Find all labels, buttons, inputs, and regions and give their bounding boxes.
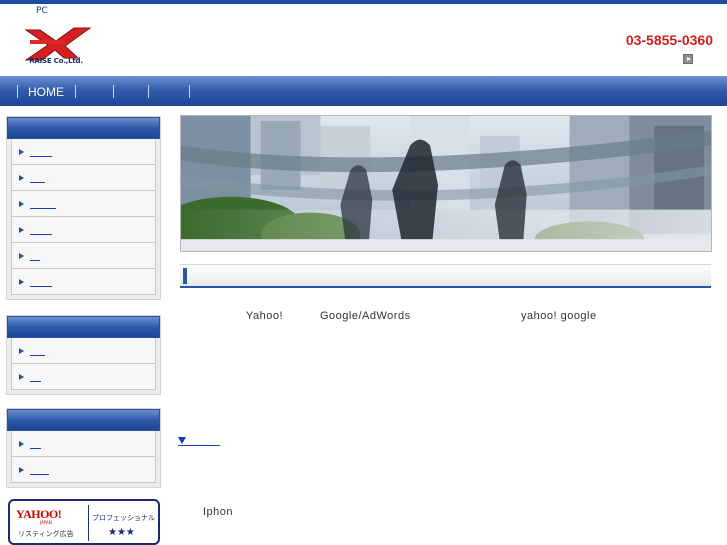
sidebar-link[interactable] (11, 191, 156, 217)
phone-number: 03-5855-0360 (625, 32, 713, 48)
triangle-right-icon (19, 441, 24, 447)
triangle-right-icon (19, 467, 24, 473)
expand-link[interactable] (178, 436, 220, 446)
nav-item-4[interactable] (151, 85, 188, 99)
nav-separator (113, 85, 114, 98)
text-yahoo-google: yahoo! google (521, 310, 597, 322)
heading-marker (183, 268, 187, 284)
sidebar-group-header (7, 117, 160, 139)
sidebar-group-header (7, 409, 160, 431)
listing-caption: リスティング広告 (18, 530, 74, 538)
nav-item-2[interactable] (78, 85, 112, 99)
triangle-right-icon (19, 253, 24, 259)
nav-separator (189, 85, 190, 98)
triangle-down-icon (178, 437, 186, 444)
triangle-right-icon (19, 279, 24, 285)
section-heading-bar (180, 264, 711, 288)
nav-separator (148, 85, 149, 98)
pc-site-link[interactable]: PC (36, 6, 48, 16)
triangle-right-icon (19, 227, 24, 233)
sidebar-link[interactable] (11, 269, 156, 295)
top-border-line (0, 0, 727, 4)
yahoo-logo: YAHOO! (16, 507, 62, 521)
triangle-right-icon (19, 201, 24, 207)
sidebar-link[interactable] (11, 165, 156, 191)
text-iphon: Iphon (203, 506, 234, 518)
sidebar-link[interactable] (11, 139, 156, 165)
banner-divider (88, 505, 89, 541)
triangle-right-icon (19, 175, 24, 181)
yahoo-listing-banner[interactable]: YAHOO! JAPAN リスティング広告 プロフェッショナル ★★★ (8, 499, 160, 545)
sidebar-link[interactable] (11, 217, 156, 243)
main-nav: HOME (0, 76, 727, 106)
professional-caption: プロフェッショナル (92, 514, 155, 522)
sidebar-link[interactable] (11, 364, 156, 390)
nav-separator (17, 85, 18, 98)
text-yahoo: Yahoo! (246, 310, 284, 322)
sidebar-group-header (7, 316, 160, 338)
sidebar (0, 106, 165, 545)
sidebar-link[interactable] (11, 243, 156, 269)
nav-separator (75, 85, 76, 98)
sidebar-group-2 (6, 315, 161, 395)
triangle-right-icon (19, 374, 24, 380)
triangle-right-icon (19, 149, 24, 155)
sidebar-link[interactable] (11, 457, 156, 483)
triangle-right-icon (19, 348, 24, 354)
yahoo-japan-label: JAPAN (40, 520, 52, 525)
sidebar-group-3 (6, 408, 161, 488)
sidebar-link[interactable] (11, 338, 156, 364)
page: PC RAISE Co.,Ltd. 03-5855-0360 HOME YAHO… (0, 0, 727, 545)
hero-image-city-people (180, 115, 712, 252)
company-name: RAISE Co.,Ltd. (29, 57, 83, 65)
play-arrow-icon[interactable] (683, 54, 693, 64)
nav-item-3[interactable] (116, 85, 146, 99)
sidebar-group-1 (6, 116, 161, 300)
nav-home[interactable]: HOME (28, 85, 64, 99)
rating-stars: ★★★ (108, 527, 135, 538)
sidebar-link[interactable] (11, 431, 156, 457)
text-google-adwords: Google/AdWords (320, 310, 411, 322)
